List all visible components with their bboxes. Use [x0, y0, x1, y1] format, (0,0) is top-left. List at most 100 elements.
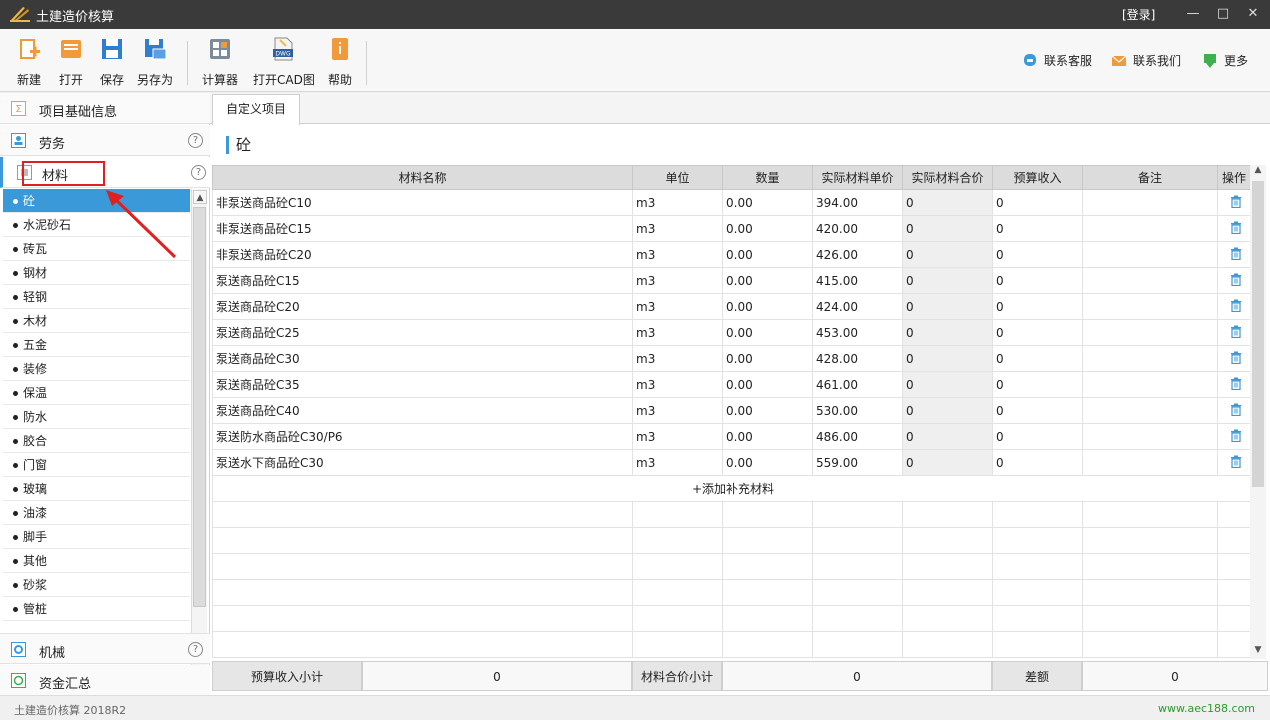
cell-name[interactable]: 泵送商品砼C35: [212, 371, 633, 398]
more-link[interactable]: 更多: [1202, 52, 1248, 70]
cell-unit[interactable]: m3: [632, 241, 723, 268]
cell-qty[interactable]: 0.00: [722, 293, 813, 320]
cell-name[interactable]: 泵送商品砼C20: [212, 293, 633, 320]
cell-budget[interactable]: 0: [992, 397, 1083, 424]
cell-price[interactable]: 424.00: [812, 293, 903, 320]
scroll-down-icon[interactable]: ▼: [1250, 645, 1266, 659]
cell-budget[interactable]: 0: [992, 423, 1083, 450]
calculator-button[interactable]: 计算器: [201, 36, 239, 88]
cell-unit[interactable]: m3: [632, 319, 723, 346]
maximize-icon[interactable]: □: [1212, 4, 1234, 24]
cell-price[interactable]: 394.00: [812, 189, 903, 216]
cell-note[interactable]: [1082, 267, 1218, 294]
cell-qty[interactable]: 0.00: [722, 397, 813, 424]
cell-price[interactable]: 428.00: [812, 345, 903, 372]
material-category-item[interactable]: 木材: [3, 309, 190, 333]
cell-unit[interactable]: m3: [632, 449, 723, 476]
help-circle-icon[interactable]: ?: [191, 165, 206, 180]
delete-trash-icon[interactable]: [1230, 221, 1242, 234]
cell-note[interactable]: [1082, 293, 1218, 320]
delete-trash-icon[interactable]: [1230, 247, 1242, 260]
delete-trash-icon[interactable]: [1230, 377, 1242, 390]
cell-price[interactable]: 420.00: [812, 215, 903, 242]
cell-price[interactable]: 486.00: [812, 423, 903, 450]
cell-note[interactable]: [1082, 449, 1218, 476]
material-category-item[interactable]: 防水: [3, 405, 190, 429]
tab-custom-project[interactable]: 自定义项目: [212, 94, 300, 125]
cell-unit[interactable]: m3: [632, 345, 723, 372]
cell-name[interactable]: 泵送防水商品砼C30/P6: [212, 423, 633, 450]
cell-qty[interactable]: 0.00: [722, 189, 813, 216]
cell-note[interactable]: [1082, 397, 1218, 424]
cell-budget[interactable]: 0: [992, 293, 1083, 320]
table-scrollbar[interactable]: ▲ ▼: [1250, 165, 1266, 659]
close-icon[interactable]: ✕: [1242, 4, 1264, 24]
cell-name[interactable]: 泵送商品砼C30: [212, 345, 633, 372]
cell-unit[interactable]: m3: [632, 267, 723, 294]
cell-unit[interactable]: m3: [632, 397, 723, 424]
cell-note[interactable]: [1082, 241, 1218, 268]
cell-note[interactable]: [1082, 215, 1218, 242]
delete-trash-icon[interactable]: [1230, 429, 1242, 442]
save-button[interactable]: 保存: [97, 36, 127, 88]
cell-unit[interactable]: m3: [632, 215, 723, 242]
cell-note[interactable]: [1082, 319, 1218, 346]
open-button[interactable]: 打开: [56, 36, 86, 88]
delete-trash-icon[interactable]: [1230, 325, 1242, 338]
material-category-item[interactable]: 保温: [3, 381, 190, 405]
help-circle-icon[interactable]: ?: [188, 133, 203, 148]
delete-trash-icon[interactable]: [1230, 455, 1242, 468]
website-link[interactable]: www.aec188.com: [1158, 702, 1255, 715]
cell-price[interactable]: 530.00: [812, 397, 903, 424]
cell-price[interactable]: 453.00: [812, 319, 903, 346]
cell-note[interactable]: [1082, 189, 1218, 216]
scroll-up-icon[interactable]: ▲: [1250, 165, 1266, 179]
delete-trash-icon[interactable]: [1230, 195, 1242, 208]
delete-trash-icon[interactable]: [1230, 351, 1242, 364]
material-category-item[interactable]: 门窗: [3, 453, 190, 477]
cell-budget[interactable]: 0: [992, 215, 1083, 242]
minimize-icon[interactable]: —: [1182, 4, 1204, 24]
cell-budget[interactable]: 0: [992, 267, 1083, 294]
material-category-item[interactable]: 钢材: [3, 261, 190, 285]
material-category-item[interactable]: 胶合: [3, 429, 190, 453]
cell-qty[interactable]: 0.00: [722, 423, 813, 450]
cell-budget[interactable]: 0: [992, 241, 1083, 268]
sidebar-item-labor[interactable]: 劳务 ?: [0, 125, 210, 156]
cell-name[interactable]: 非泵送商品砼C20: [212, 241, 633, 268]
sidebar-item-fund-summary[interactable]: 资金汇总: [0, 665, 210, 696]
cell-budget[interactable]: 0: [992, 319, 1083, 346]
cell-qty[interactable]: 0.00: [722, 215, 813, 242]
material-category-item[interactable]: 管桩: [3, 597, 190, 621]
sidebar-item-project-info[interactable]: Σ 项目基础信息: [0, 93, 210, 124]
delete-trash-icon[interactable]: [1230, 299, 1242, 312]
cell-unit[interactable]: m3: [632, 189, 723, 216]
cell-qty[interactable]: 0.00: [722, 241, 813, 268]
contact-us-link[interactable]: 联系我们: [1111, 52, 1181, 70]
delete-trash-icon[interactable]: [1230, 273, 1242, 286]
cell-price[interactable]: 415.00: [812, 267, 903, 294]
cell-name[interactable]: 泵送商品砼C25: [212, 319, 633, 346]
cell-name[interactable]: 非泵送商品砼C15: [212, 215, 633, 242]
cell-price[interactable]: 461.00: [812, 371, 903, 398]
material-category-item[interactable]: 五金: [3, 333, 190, 357]
cell-budget[interactable]: 0: [992, 345, 1083, 372]
material-category-item[interactable]: 脚手: [3, 525, 190, 549]
cell-name[interactable]: 泵送商品砼C15: [212, 267, 633, 294]
material-category-item[interactable]: 砂浆: [3, 573, 190, 597]
save-as-button[interactable]: 另存为: [136, 36, 174, 88]
delete-trash-icon[interactable]: [1230, 403, 1242, 416]
cell-price[interactable]: 426.00: [812, 241, 903, 268]
cell-qty[interactable]: 0.00: [722, 449, 813, 476]
cell-unit[interactable]: m3: [632, 423, 723, 450]
login-link[interactable]: [登录]: [1122, 6, 1155, 23]
open-cad-button[interactable]: DWG 打开CAD图: [253, 36, 315, 88]
help-button[interactable]: 帮助: [326, 36, 354, 88]
cell-name[interactable]: 泵送水下商品砼C30: [212, 449, 633, 476]
cell-note[interactable]: [1082, 345, 1218, 372]
scroll-up-icon[interactable]: ▲: [193, 190, 207, 204]
cell-unit[interactable]: m3: [632, 293, 723, 320]
cell-note[interactable]: [1082, 371, 1218, 398]
cell-qty[interactable]: 0.00: [722, 371, 813, 398]
cell-price[interactable]: 559.00: [812, 449, 903, 476]
